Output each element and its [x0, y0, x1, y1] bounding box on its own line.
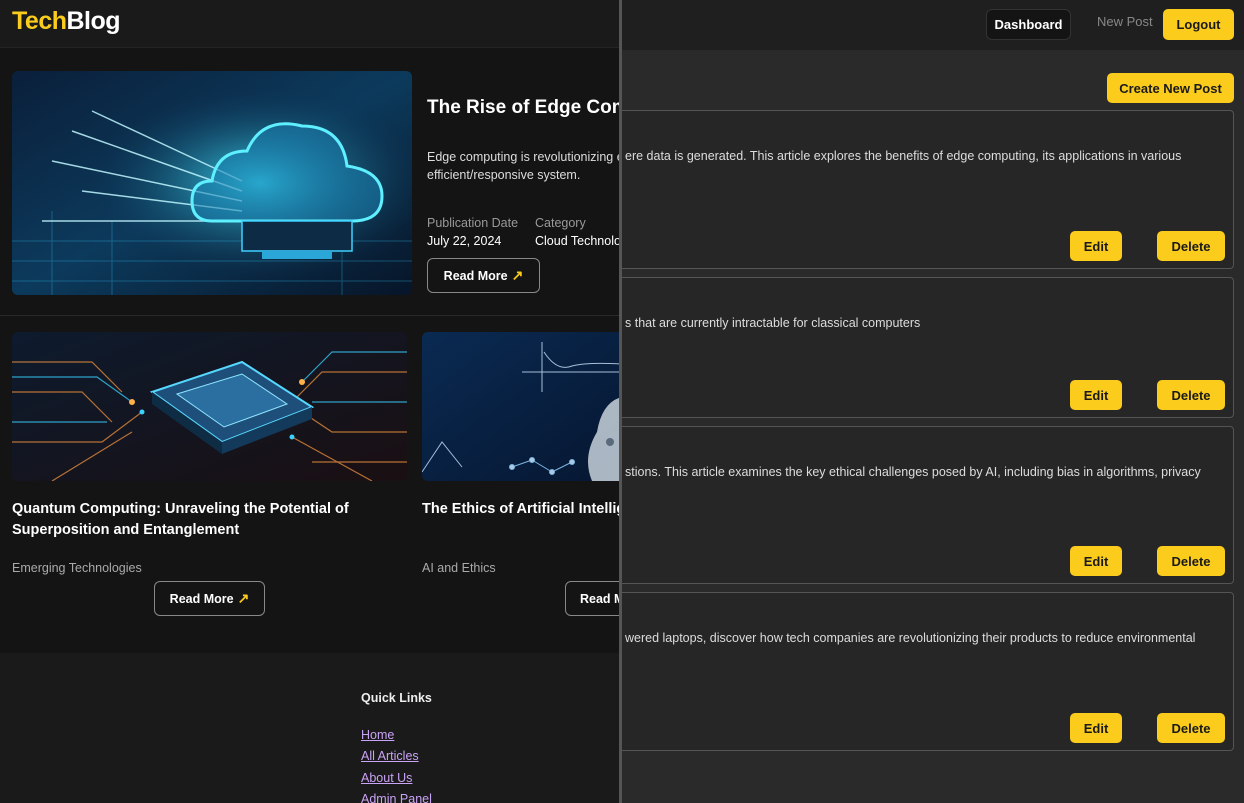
quick-links-title: Quick Links	[361, 691, 432, 705]
category-value: Cloud Technolo	[535, 234, 621, 248]
publication-date-value: July 22, 2024	[427, 234, 502, 248]
article-card-category: AI and Ethics	[422, 561, 496, 575]
arrow-up-right-icon: ↗	[511, 267, 524, 283]
read-more-button[interactable]: Read M	[565, 581, 622, 616]
publication-date-label: Publication Date	[427, 216, 519, 230]
post-excerpt: wered laptops, discover how tech compani…	[625, 631, 1196, 645]
read-more-button[interactable]: Read More ↗	[154, 581, 265, 616]
featured-article: The Rise of Edge Comp Edge computing is …	[0, 48, 621, 316]
post-card: wered laptops, discover how tech compani…	[600, 592, 1234, 751]
nav-dashboard-link[interactable]: Dashboard	[986, 9, 1071, 40]
cloud-chip-image	[12, 71, 412, 295]
featured-title[interactable]: The Rise of Edge Comp	[427, 97, 619, 119]
post-card: ere data is generated. This article expl…	[600, 110, 1234, 269]
edit-button[interactable]: Edit	[1070, 546, 1122, 576]
blog-header: TechBlog	[0, 0, 619, 48]
blog-footer: Quick Links Home All Articles About Us A…	[0, 653, 619, 803]
article-card-category: Emerging Technologies	[12, 561, 142, 575]
post-excerpt: s that are currently intractable for cla…	[625, 316, 921, 330]
post-excerpt: ere data is generated. This article expl…	[625, 149, 1182, 163]
edit-button[interactable]: Edit	[1070, 380, 1122, 410]
logo-blog-text: Blog	[66, 7, 121, 35]
logout-button[interactable]: Logout	[1163, 9, 1234, 40]
read-more-label: Read More	[443, 268, 508, 283]
category-label: Category	[535, 216, 586, 230]
featured-excerpt: Edge computing is revolutionizing explor…	[427, 150, 619, 182]
post-card: s that are currently intractable for cla…	[600, 277, 1234, 418]
delete-button[interactable]: Delete	[1157, 380, 1225, 410]
techblog-logo[interactable]: TechBlog	[12, 7, 121, 36]
post-card: stions. This article examines the key et…	[600, 426, 1234, 584]
footer-link-about-us[interactable]: About Us	[361, 771, 412, 785]
create-new-post-button[interactable]: Create New Post	[1107, 73, 1234, 103]
edit-button[interactable]: Edit	[1070, 231, 1122, 261]
delete-button[interactable]: Delete	[1157, 231, 1225, 261]
footer-link-all-articles[interactable]: All Articles	[361, 749, 419, 763]
circuit-chip-image	[12, 332, 407, 481]
blog-window: TechBlog The Rise of Edge Comp Edge comp…	[0, 0, 622, 803]
delete-button[interactable]: Delete	[1157, 713, 1225, 743]
arrow-up-right-icon: ↗	[237, 590, 250, 606]
edit-button[interactable]: Edit	[1070, 713, 1122, 743]
read-more-label: Read More	[169, 591, 234, 606]
read-more-button[interactable]: Read More ↗	[427, 258, 540, 293]
delete-button[interactable]: Delete	[1157, 546, 1225, 576]
math-robot-image	[422, 332, 619, 481]
article-card-title[interactable]: Quantum Computing: Unraveling the Potent…	[12, 499, 407, 541]
read-more-label: Read M	[580, 591, 622, 606]
footer-link-home[interactable]: Home	[361, 728, 394, 742]
post-excerpt: stions. This article examines the key et…	[625, 465, 1201, 479]
footer-link-admin-panel[interactable]: Admin Panel	[361, 792, 432, 803]
article-card-title[interactable]: The Ethics of Artificial Intellig Maze o…	[422, 499, 619, 520]
logo-tech-text: Tech	[12, 7, 67, 35]
nav-new-post-link[interactable]: New Post	[1097, 14, 1153, 29]
